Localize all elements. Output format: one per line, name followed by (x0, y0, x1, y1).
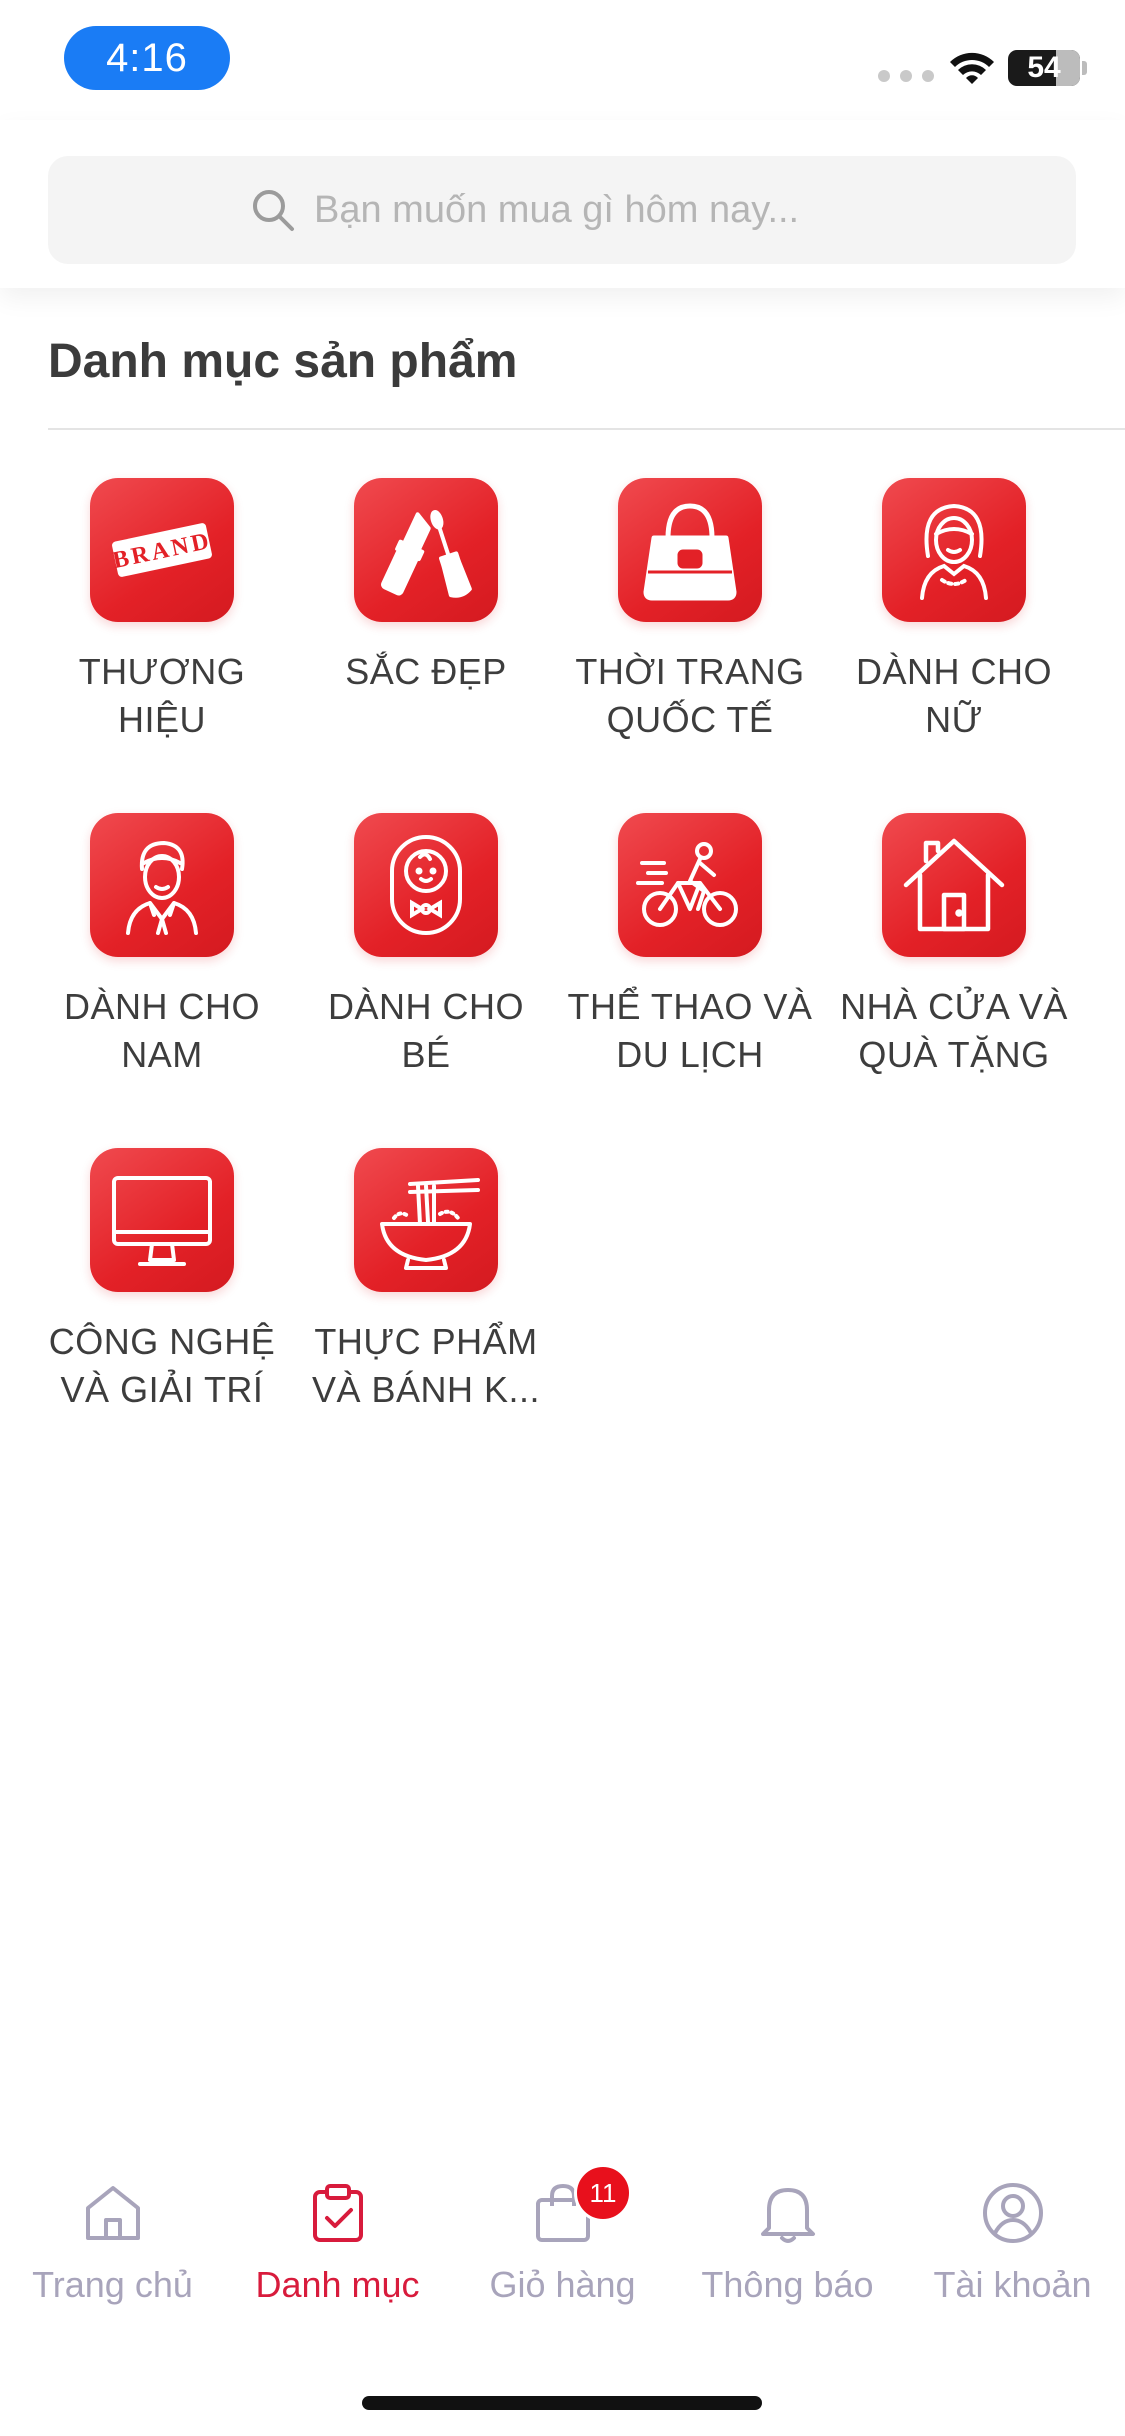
divider (48, 428, 1125, 430)
wifi-icon (950, 52, 994, 84)
category-label: CÔNG NGHỆ VÀ GIẢI TRÍ (48, 1321, 276, 1410)
category-label: NHÀ CỬA VÀ QUÀ TẶNG (840, 986, 1068, 1075)
search-bar[interactable] (48, 156, 1076, 264)
category-label: THỜI TRANG QUỐC TẾ (575, 651, 805, 740)
cart-count-badge: 11 (574, 2164, 632, 2222)
nav-cart[interactable]: 11 Giỏ hàng (450, 2150, 675, 2350)
category-label: THƯƠNG HIỆU (78, 651, 246, 740)
house-icon (882, 813, 1026, 957)
nav-label: Tài khoản (933, 2264, 1092, 2305)
category-label: DÀNH CHO NAM (63, 986, 260, 1075)
home-indicator[interactable] (362, 2396, 762, 2410)
search-icon (253, 190, 294, 231)
category-tech-entertainment[interactable]: CÔNG NGHỆ VÀ GIẢI TRÍ (30, 1148, 294, 1483)
battery-level: 54 (1027, 51, 1061, 84)
bottom-nav: Trang chủ Danh mục 11 Giỏ hàng Thông báo… (0, 2150, 1125, 2350)
nav-account[interactable]: Tài khoản (900, 2150, 1125, 2350)
status-time: 4:16 (64, 26, 230, 90)
category-kids[interactable]: DÀNH CHO BÉ (294, 813, 558, 1148)
clipboard-check-icon (312, 2184, 363, 2242)
nav-label: Giỏ hàng (489, 2264, 636, 2305)
baby-icon (354, 813, 498, 957)
category-label: DÀNH CHO NỮ (855, 651, 1052, 740)
category-fashion[interactable]: THỜI TRANG QUỐC TẾ (558, 478, 822, 813)
cellular-signal-icon (878, 70, 934, 82)
account-icon (982, 2183, 1043, 2243)
category-label: SẮC ĐẸP (345, 651, 507, 692)
lipstick-icon (354, 478, 498, 622)
nav-label: Danh mục (255, 2264, 420, 2305)
section-title: Danh mục sản phẩm (48, 335, 518, 388)
noodle-bowl-icon (354, 1148, 498, 1292)
nav-label: Trang chủ (32, 2264, 193, 2305)
category-food-snacks[interactable]: THỰC PHẨM VÀ BÁNH K... (294, 1148, 558, 1483)
category-sports-travel[interactable]: THỂ THAO VÀ DU LỊCH (558, 813, 822, 1148)
category-women[interactable]: DÀNH CHO NỮ (822, 478, 1086, 813)
category-label: DÀNH CHO BÉ (327, 986, 524, 1075)
category-label: THỂ THAO VÀ DU LỊCH (567, 986, 813, 1075)
monitor-icon (90, 1148, 234, 1292)
home-icon (85, 2186, 140, 2240)
brand-stamp-icon: BRAND (90, 478, 234, 622)
nav-label: Thông báo (701, 2264, 874, 2305)
handbag-icon (618, 478, 762, 622)
category-men[interactable]: DÀNH CHO NAM (30, 813, 294, 1148)
battery-icon: 54 (1008, 50, 1080, 86)
category-home-gifts[interactable]: NHÀ CỬA VÀ QUÀ TẶNG (822, 813, 1086, 1148)
battery-tip (1082, 61, 1087, 75)
bell-icon (760, 2188, 815, 2243)
woman-icon (882, 478, 1026, 622)
status-bar: 4:16 54 (0, 0, 1125, 120)
search-header (0, 120, 1125, 288)
category-grid: BRAND THƯƠNG HIỆU SẮC ĐẸP THỜI TRANG QUỐ… (30, 478, 1086, 1483)
nav-home[interactable]: Trang chủ (0, 2150, 225, 2350)
search-input[interactable] (314, 188, 874, 232)
category-label: THỰC PHẨM VÀ BÁNH K... (311, 1321, 541, 1410)
cyclist-icon (618, 813, 762, 957)
nav-notifications[interactable]: Thông báo (675, 2150, 900, 2350)
category-brand[interactable]: BRAND THƯƠNG HIỆU (30, 478, 294, 813)
nav-categories[interactable]: Danh mục (225, 2150, 450, 2350)
man-icon (90, 813, 234, 957)
category-beauty[interactable]: SẮC ĐẸP (294, 478, 558, 813)
